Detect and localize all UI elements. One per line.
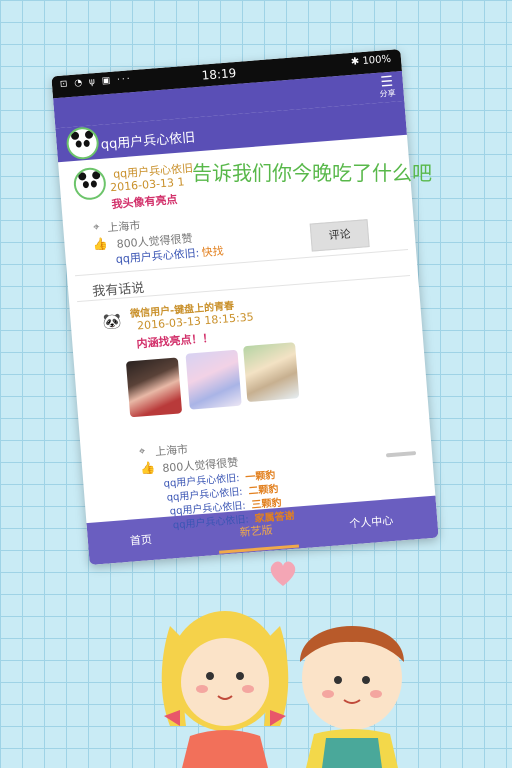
girl-illustration bbox=[161, 611, 289, 768]
location-icon: ⌖ bbox=[138, 444, 146, 458]
status-icons: ⊡ ◔ ψ ▣ ··· bbox=[59, 74, 133, 90]
bluetooth-icon: ✱ bbox=[350, 56, 360, 68]
like-icon[interactable]: 👍 bbox=[92, 237, 108, 252]
post-photo[interactable] bbox=[125, 357, 183, 418]
scrollbar-thumb[interactable] bbox=[385, 451, 417, 458]
tab-home[interactable]: 首页 bbox=[129, 531, 153, 549]
post1-text: 我头像有亮点 bbox=[111, 192, 178, 212]
post1-avatar[interactable] bbox=[72, 166, 108, 201]
post-photo[interactable] bbox=[185, 349, 242, 410]
comment-text: 快找 bbox=[201, 244, 225, 260]
user-avatar bbox=[65, 126, 100, 161]
post-photo[interactable] bbox=[243, 342, 300, 403]
post1-location: 上海市 bbox=[106, 218, 141, 235]
menu-icon: ☰ bbox=[379, 73, 394, 91]
comment-button[interactable]: 评论 bbox=[309, 219, 370, 252]
status-time: 18:19 bbox=[201, 65, 237, 83]
share-button[interactable]: ☰ 分享 bbox=[378, 73, 397, 100]
like-icon[interactable]: 👍 bbox=[140, 461, 156, 476]
phone-screenshot: ⊡ ◔ ψ ▣ ··· 18:19 ✱ 100% ☰ 分享 qq用户兵心依旧 q… bbox=[51, 49, 439, 565]
post2-avatar[interactable]: 🐼 bbox=[102, 312, 126, 334]
user-name: qq用户兵心依旧 bbox=[100, 130, 196, 153]
tab-personal-center[interactable]: 个人中心 bbox=[349, 512, 394, 531]
overlay-caption: 告诉我们你今晚吃了什么吧 bbox=[192, 161, 432, 185]
boy-illustration bbox=[300, 626, 404, 768]
post2-location: 上海市 bbox=[154, 442, 189, 459]
battery-level: 100% bbox=[362, 53, 392, 68]
comment-text: 家属答谢 bbox=[254, 510, 296, 525]
heart-icon bbox=[270, 561, 296, 586]
active-tab-indicator bbox=[219, 544, 300, 554]
share-label: 分享 bbox=[379, 88, 397, 99]
location-icon: ⌖ bbox=[92, 220, 100, 234]
post2-text: 内涵找亮点！！ bbox=[136, 331, 214, 351]
